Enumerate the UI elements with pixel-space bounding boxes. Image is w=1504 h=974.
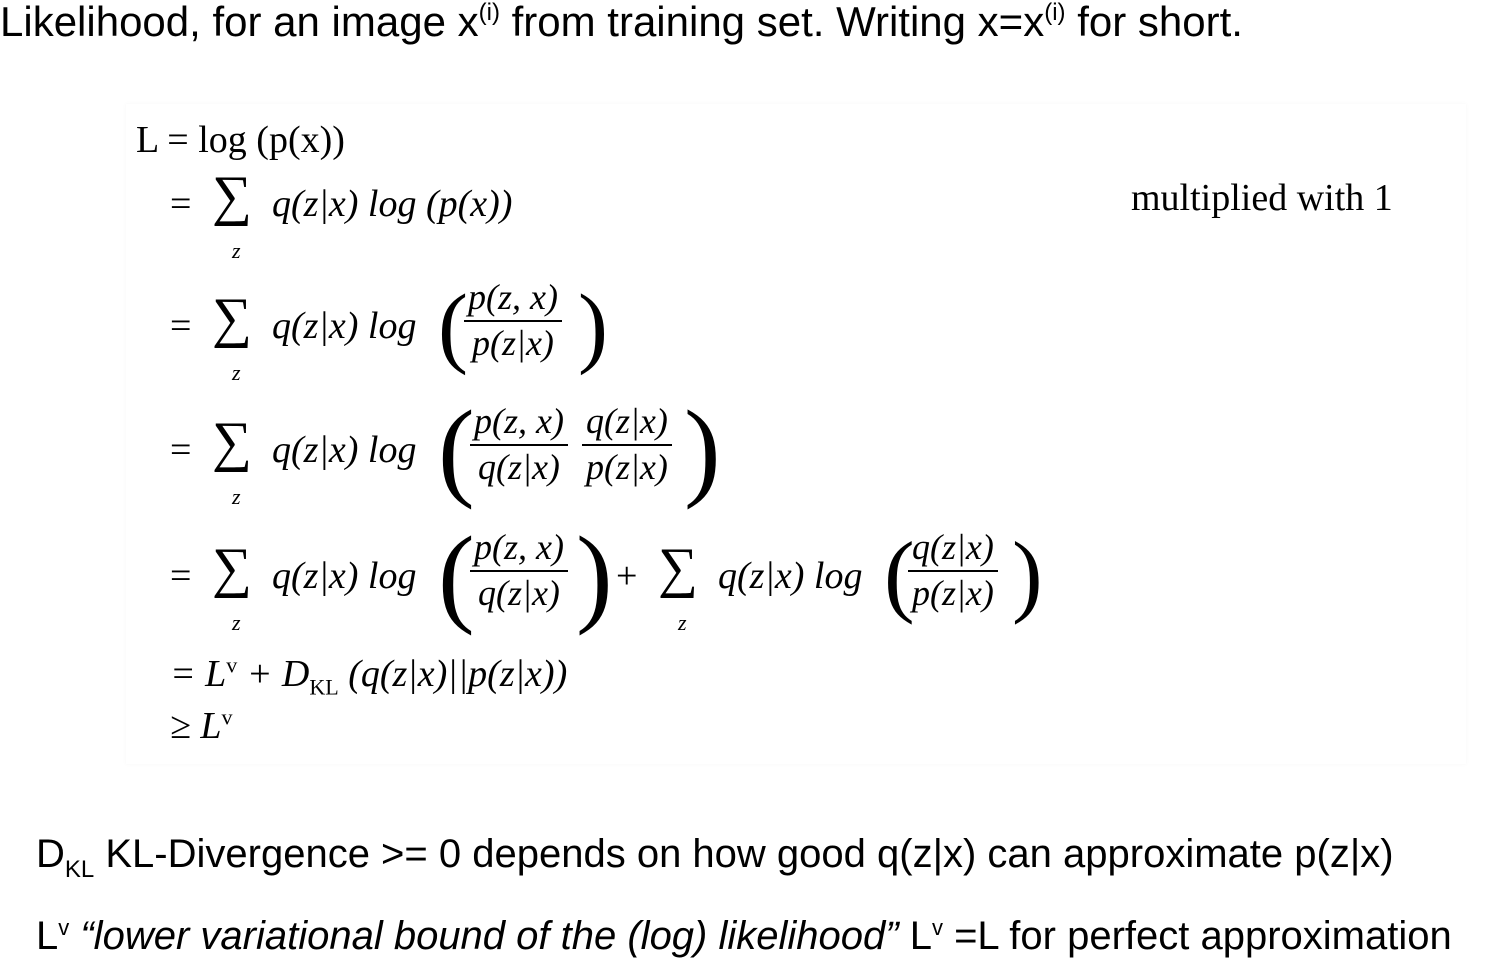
equation-text: ≥ L	[170, 705, 222, 747]
equation-superscript: v	[226, 652, 238, 678]
fraction-numerator: p(z, x)	[468, 277, 558, 317]
sum-index: z	[678, 610, 687, 635]
sum-index: z	[232, 238, 241, 263]
fraction: q(z|x) p(z|x)	[582, 400, 672, 488]
right-paren: )	[1012, 523, 1043, 625]
sum-index: z	[232, 360, 241, 385]
right-paren: )	[576, 514, 613, 636]
equals-sign: =	[170, 305, 192, 347]
fraction: p(z, x) q(z|x)	[470, 526, 568, 614]
equation-text: = L	[170, 653, 227, 695]
heading-superscript: (i)	[1044, 0, 1066, 26]
equation-subscript: KL	[309, 674, 339, 700]
derivation-note: multiplied with 1	[1131, 177, 1393, 219]
plus-sign: +	[616, 555, 638, 597]
fraction-numerator: p(z, x)	[474, 527, 564, 567]
footer-text: L	[36, 914, 59, 958]
sum-index: z	[232, 484, 241, 509]
heading-superscript: (i)	[478, 0, 500, 26]
slide-heading: Likelihood, for an image x(i) from train…	[0, 0, 1243, 46]
equals-sign: =	[170, 555, 192, 597]
derivation-line-7: ≥ Lv	[170, 704, 233, 748]
equation-text: + D	[237, 653, 310, 695]
sum-symbol: ∑	[212, 537, 252, 599]
fraction-numerator: q(z|x)	[912, 527, 994, 567]
fraction-denominator: q(z|x)	[478, 573, 560, 613]
footer-text: L	[898, 914, 932, 958]
sum-index: z	[232, 610, 241, 635]
fraction-numerator: p(z, x)	[474, 401, 564, 441]
derivation-line-6: = Lv + DKL (q(z|x)||p(z|x))	[170, 652, 567, 701]
footer-text: KL-Divergence >= 0 depends on how good q…	[94, 832, 1394, 876]
equals-sign: =	[170, 429, 192, 471]
derivation-line-3-head: q(z|x) log	[272, 305, 417, 347]
fraction-numerator: q(z|x)	[586, 401, 668, 441]
sum-symbol: ∑	[658, 537, 698, 599]
equation-text: (q(z|x)||p(z|x))	[338, 653, 568, 695]
footer-text: D	[36, 832, 65, 876]
derivation-line-5-head-2: q(z|x) log	[718, 555, 863, 597]
derivation-line-1: L = log (p(x))	[136, 118, 345, 162]
footer-line-2: Lv “lower variational bound of the (log)…	[36, 914, 1452, 959]
right-paren: )	[684, 388, 721, 510]
sum-symbol: ∑	[212, 411, 252, 473]
equals-sign: =	[170, 183, 192, 225]
fraction-denominator: p(z|x)	[912, 573, 994, 613]
derivation-line-5-head: q(z|x) log	[272, 555, 417, 597]
sum-symbol: ∑	[212, 165, 252, 227]
fraction: p(z, x) q(z|x)	[470, 400, 568, 488]
fraction-denominator: q(z|x)	[478, 447, 560, 487]
fraction-denominator: p(z|x)	[472, 323, 554, 363]
fraction: p(z, x) p(z|x)	[464, 276, 562, 364]
footer-text: =L for perfect approximation	[942, 914, 1452, 958]
right-paren: )	[578, 277, 608, 376]
footer-superscript: v	[58, 915, 70, 940]
equation-superscript: v	[221, 704, 233, 730]
heading-text: for short.	[1065, 0, 1243, 45]
footer-line-1: DKL KL-Divergence >= 0 depends on how go…	[36, 832, 1394, 882]
derivation-line-4-head: q(z|x) log	[272, 429, 417, 471]
derivation-image: L = log (p(x)) = ∑ z q(z|x) log (p(x)) m…	[126, 104, 1466, 764]
footer-subscript: KL	[64, 856, 95, 883]
sum-symbol: ∑	[212, 287, 252, 349]
heading-text: from training set. Writing x=x	[499, 0, 1045, 45]
equation-text: L = log (p(x))	[136, 119, 345, 161]
derivation-line-2: q(z|x) log (p(x))	[272, 183, 513, 225]
footer-superscript: v	[931, 915, 943, 940]
fraction: q(z|x) p(z|x)	[908, 526, 998, 614]
heading-text: Likelihood, for an image x	[0, 0, 479, 45]
fraction-denominator: p(z|x)	[586, 447, 668, 487]
footer-quote: “lower variational bound of the (log) li…	[69, 914, 899, 958]
